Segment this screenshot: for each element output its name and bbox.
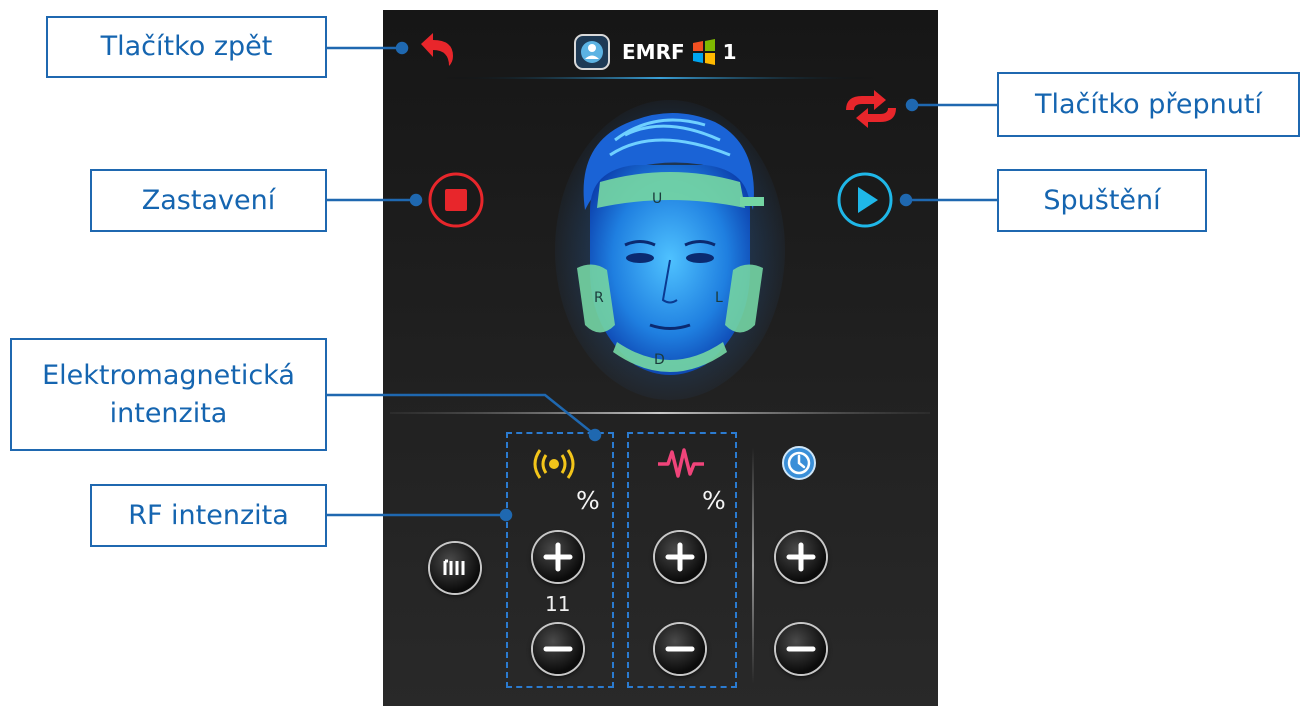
callout-stop: Zastavení: [90, 169, 327, 232]
callout-rf-text: RF intenzita: [128, 499, 289, 531]
callout-em-text-line1: Elektromagnetická: [42, 359, 295, 391]
callout-start-text: Spuštění: [1043, 184, 1161, 216]
callout-back-button: Tlačítko zpět: [46, 16, 327, 78]
callout-switch-button: Tlačítko přepnutí: [997, 72, 1300, 137]
callout-start: Spuštění: [997, 169, 1207, 232]
callout-em-text-line2: intenzita: [109, 397, 228, 429]
callout-back-text: Tlačítko zpět: [100, 31, 273, 62]
callout-switch-text: Tlačítko přepnutí: [1035, 88, 1262, 120]
callout-stop-text: Zastavení: [141, 184, 276, 216]
callout-em-intensity: Elektromagnetická intenzita: [10, 338, 327, 451]
callout-rf-intensity: RF intenzita: [90, 484, 327, 547]
